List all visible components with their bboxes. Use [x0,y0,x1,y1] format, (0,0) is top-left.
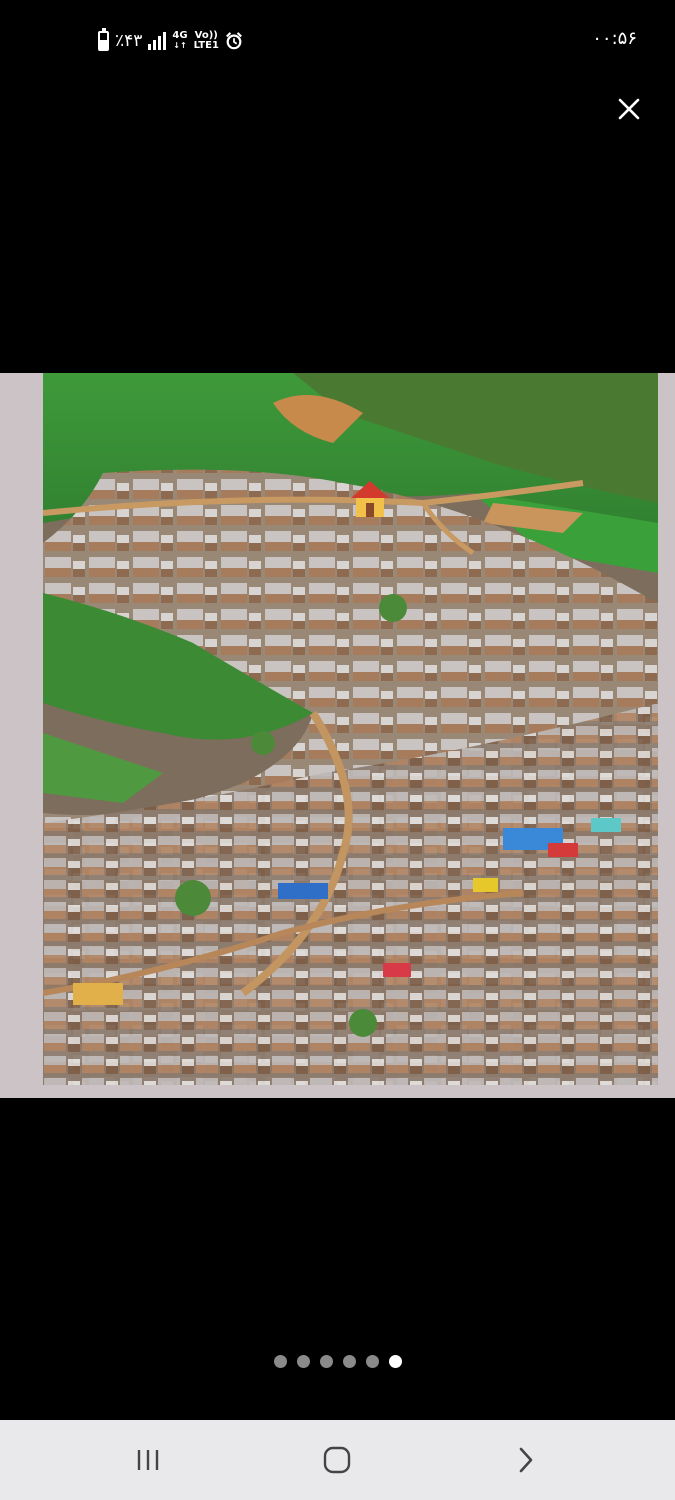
back-icon [519,1447,533,1473]
page-dot[interactable] [319,1355,333,1368]
home-button[interactable] [317,1442,357,1478]
close-icon [618,98,640,120]
recent-apps-button[interactable] [128,1442,168,1478]
page-dot[interactable] [273,1355,287,1368]
back-button[interactable] [506,1442,546,1478]
page-dot[interactable] [365,1355,379,1368]
page-dot[interactable] [342,1355,356,1368]
signal-icon [148,32,167,50]
page-dot-active[interactable] [388,1355,402,1368]
clock: ۰۰:۵۶ [592,28,637,49]
navigation-bar [0,1420,675,1500]
page-indicator [0,1355,675,1368]
village-photo[interactable] [43,373,658,1085]
photo-frame [0,373,675,1098]
status-bar: ٪۴۳ 4G ↓↑ Vo)) LTE1 ۰۰:۵۶ [0,0,675,80]
home-icon [323,1446,351,1474]
battery-percent: ٪۴۳ [115,31,143,51]
volte-indicator: Vo)) LTE1 [193,30,219,51]
alarm-icon [225,32,242,50]
battery-icon [98,28,109,51]
page-dot[interactable] [296,1355,310,1368]
status-icons: ٪۴۳ 4G ↓↑ Vo)) LTE1 [98,28,243,54]
network-type: 4G ↓↑ [172,30,188,51]
recent-apps-icon [137,1450,159,1470]
close-button[interactable] [612,92,646,126]
